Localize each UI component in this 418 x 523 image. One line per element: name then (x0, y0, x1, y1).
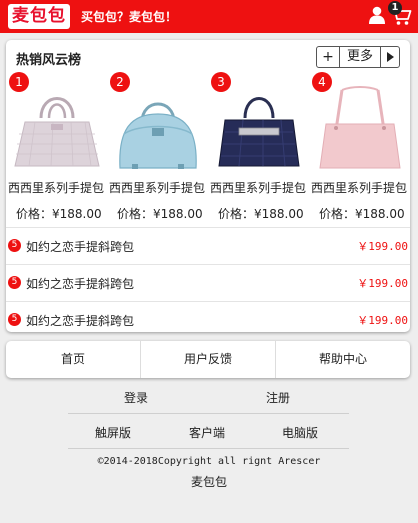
rank-badge: 2 (110, 72, 130, 92)
rank-badge: 5 (8, 313, 21, 326)
header-bar: 麦包包 买包包？麦包包！ 1 (0, 0, 418, 33)
more-control: + 更多 (316, 46, 400, 68)
product-name[interactable]: 西西里系列手提包 (8, 179, 106, 196)
plus-button[interactable]: + (317, 47, 340, 67)
list-item-title[interactable]: 如约之恋手提斜跨包 (26, 238, 134, 255)
rank-badge: 1 (9, 72, 29, 92)
login-link[interactable]: 登录 (124, 389, 148, 406)
list-item[interactable]: 5 如约之恋手提斜跨包 ￥199.00 (6, 301, 410, 338)
ranking-list: 5 如约之恋手提斜跨包 ￥199.00 5 如约之恋手提斜跨包 ￥199.00 … (6, 227, 410, 338)
pc-version-link[interactable]: 电脑版 (282, 424, 318, 441)
nav-help[interactable]: 帮助中心 (275, 341, 410, 378)
slogan: 买包包？麦包包！ (81, 10, 178, 24)
client-link[interactable]: 客户端 (189, 424, 225, 441)
handbag-blue-icon (119, 102, 197, 169)
list-item-price: ￥199.00 (357, 277, 408, 290)
product-price: 价格：¥188.00 (218, 207, 304, 221)
list-item-price: ￥199.00 (357, 240, 408, 253)
product-price: 价格：¥188.00 (16, 207, 102, 221)
list-item-title[interactable]: 如约之恋手提斜跨包 (26, 275, 134, 292)
footer-version-links: 触屏版 客户端 电脑版 (68, 422, 349, 449)
product-name[interactable]: 西西里系列手提包 (311, 179, 409, 196)
list-item[interactable]: 5 如约之恋手提斜跨包 ￥199.00 (6, 227, 410, 264)
nav-home[interactable]: 首页 (6, 341, 140, 378)
handbag-navy-icon (218, 97, 300, 167)
list-item-price: ￥199.00 (357, 314, 408, 327)
handbag-lilac-icon (14, 97, 100, 167)
rank-badge: 5 (8, 276, 21, 289)
product-price: 价格：¥188.00 (117, 207, 203, 221)
rank-badge: 3 (211, 72, 231, 92)
list-item-title[interactable]: 如约之恋手提斜跨包 (26, 312, 134, 329)
product-name[interactable]: 西西里系列手提包 (210, 179, 308, 196)
product-card[interactable]: 4 西西里系列手提包 价格：¥188.00 (309, 70, 410, 221)
handbag-pink-icon (319, 86, 401, 169)
register-link[interactable]: 注册 (266, 389, 290, 406)
product-card[interactable]: 3 西西里系列手提包 价格：¥188.00 (208, 70, 309, 221)
more-button[interactable]: 更多 (340, 47, 381, 67)
bottom-nav: 首页 用户反馈 帮助中心 (6, 341, 410, 378)
touch-version-link[interactable]: 触屏版 (95, 424, 131, 441)
panel-title: 热销风云榜 (16, 53, 82, 68)
product-name[interactable]: 西西里系列手提包 (109, 179, 207, 196)
cart-count-badge: 1 (388, 1, 402, 15)
play-arrow-icon[interactable] (381, 47, 399, 67)
footer-brand: 麦包包 (190, 475, 227, 489)
product-grid: 1 西西里系列手提包 价格：¥188.00 2 西西里系列手提包 价格：¥188… (6, 70, 410, 221)
list-item[interactable]: 5 如约之恋手提斜跨包 ￥199.00 (6, 264, 410, 301)
rank-badge: 4 (312, 72, 332, 92)
hot-ranking-panel: 热销风云榜 + 更多 1 西西里系列手提包 价格：¥188.00 2 西西里系列… (6, 40, 410, 332)
logo[interactable]: 麦包包 (8, 4, 70, 29)
product-card[interactable]: 1 西西里系列手提包 价格：¥188.00 (6, 70, 107, 221)
copyright: ©2014-2018Copyright all rignt Arescer (97, 456, 321, 467)
rank-badge: 5 (8, 239, 21, 252)
product-price: 价格：¥188.00 (319, 207, 405, 221)
product-card[interactable]: 2 西西里系列手提包 价格：¥188.00 (107, 70, 208, 221)
footer-account-links: 登录 注册 (68, 387, 349, 414)
user-icon[interactable] (369, 6, 385, 24)
nav-feedback[interactable]: 用户反馈 (140, 341, 275, 378)
